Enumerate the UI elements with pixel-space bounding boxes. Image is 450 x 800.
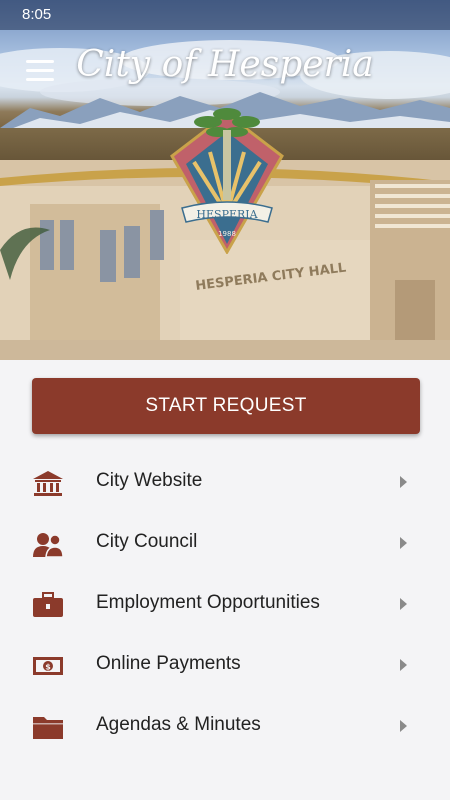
list-item-online-payments[interactable]: $ Online Payments <box>0 635 450 696</box>
status-bar: 8:05 <box>0 0 450 30</box>
menu-list: City Website City Council Employment Opp… <box>0 452 450 757</box>
seal-year: 1988 <box>218 230 236 238</box>
list-item-city-council[interactable]: City Council <box>0 513 450 574</box>
list-item-employment[interactable]: Employment Opportunities <box>0 574 450 635</box>
city-seal-logo: HESPERIA 1988 <box>170 108 284 254</box>
list-item-label: Agendas & Minutes <box>96 714 261 735</box>
chevron-right-icon <box>400 598 407 610</box>
list-item-label: City Website <box>96 470 203 491</box>
chevron-right-icon <box>400 476 407 488</box>
city-hall-icon <box>33 471 63 496</box>
chevron-right-icon <box>400 537 407 549</box>
briefcase-icon <box>33 592 63 617</box>
list-item-city-website[interactable]: City Website <box>0 452 450 513</box>
money-icon: $ <box>33 657 63 675</box>
start-request-button[interactable]: START REQUEST <box>32 378 420 434</box>
seal-text: HESPERIA <box>196 208 258 221</box>
header-banner: HESPERIA CITY HALL 8:05 City of Hesperia… <box>0 0 450 360</box>
list-item-label: Employment Opportunities <box>96 592 320 613</box>
chevron-right-icon <box>400 659 407 671</box>
svg-text:$: $ <box>45 663 51 672</box>
list-item-agendas-minutes[interactable]: Agendas & Minutes <box>0 696 450 757</box>
app-title: City of Hesperia <box>76 44 374 85</box>
status-time: 8:05 <box>22 6 52 23</box>
list-item-label: Online Payments <box>96 653 241 674</box>
people-icon <box>33 533 64 557</box>
folder-icon <box>33 717 63 739</box>
list-item-label: City Council <box>96 531 198 552</box>
chevron-right-icon <box>400 720 407 732</box>
